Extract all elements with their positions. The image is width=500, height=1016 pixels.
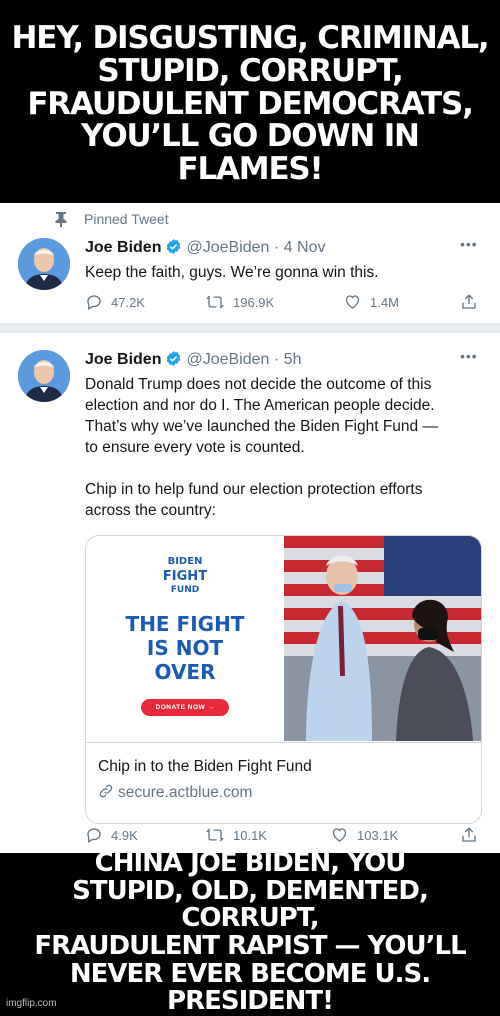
tweet-text-line: election and nor do I. The American peop… <box>85 397 435 414</box>
more-icon[interactable]: ••• <box>460 348 478 364</box>
card-small-line: FUND <box>170 585 200 595</box>
card-small-line: BIDEN <box>167 556 203 567</box>
like-icon <box>345 295 360 309</box>
top-caption-line: FRAUDULENT DEMOCRATS, <box>27 85 474 122</box>
like-button[interactable]: 103.1K <box>330 826 398 844</box>
tweet-text: Donald Trump does not decide the outcome… <box>85 374 485 521</box>
reply-button[interactable]: 47.2K <box>85 293 145 311</box>
tweet-text-line: across the country: <box>85 502 216 519</box>
like-count: 103.1K <box>357 827 399 843</box>
tweet-text: Keep the faith, guys. We’re gonna win th… <box>85 264 379 281</box>
imgflip-watermark: imgflip.com <box>6 998 57 1009</box>
bottom-caption-line: FRAUDULENT RAPIST — YOU’LL <box>34 931 466 961</box>
card-footer[interactable]: Chip in to the Biden Fight Fund secure.a… <box>86 742 481 823</box>
bottom-caption-line: STUPID, OLD, DEMENTED, CORRUPT, <box>72 875 429 934</box>
author-handle[interactable]: @JoeBiden <box>186 351 269 368</box>
like-count: 1.4M <box>370 294 399 310</box>
card-photo <box>284 536 481 741</box>
card-small-line: FIGHT <box>162 569 208 584</box>
tweet-text-line <box>85 458 485 479</box>
reply-button[interactable]: 4.9K <box>85 826 138 844</box>
author-name[interactable]: Joe Biden <box>85 239 161 256</box>
retweet-count: 10.1K <box>233 827 267 843</box>
author-handle[interactable]: @JoeBiden <box>186 239 269 256</box>
tweet-text-line: to ensure every vote is counted. <box>85 439 305 456</box>
card-url[interactable]: secure.actblue.com <box>98 783 252 802</box>
share-button[interactable] <box>460 826 478 844</box>
more-icon[interactable]: ••• <box>460 236 478 252</box>
avatar[interactable] <box>18 238 70 290</box>
tweet-timestamp[interactable]: · 4 Nov <box>274 239 326 256</box>
share-icon <box>462 294 476 309</box>
card-url-text[interactable]: secure.actblue.com <box>118 784 252 801</box>
reply-count: 47.2K <box>111 294 145 310</box>
card-headline-line: IS NOT <box>146 636 224 660</box>
bottom-caption-line: CHINA JOE BIDEN, YOU <box>94 848 407 879</box>
fight-fund-graphic: BIDEN FIGHT FUND THE FIGHT IS NOT OVER D… <box>86 536 284 741</box>
share-icon <box>462 827 476 842</box>
top-caption-line: HEY, DISGUSTING, CRIMINAL, <box>11 19 490 56</box>
reply-icon <box>87 828 101 843</box>
flag-photo <box>284 536 481 741</box>
share-button[interactable] <box>460 293 478 311</box>
retweet-button[interactable]: 10.1K <box>205 826 267 844</box>
tweet-header: Joe Biden @JoeBiden · 5h <box>85 350 301 369</box>
tweet-divider <box>0 323 500 333</box>
retweet-icon <box>205 295 225 309</box>
tweet-header: Joe Biden @JoeBiden · 4 Nov <box>85 238 325 257</box>
link-card[interactable]: BIDEN FIGHT FUND THE FIGHT IS NOT OVER D… <box>85 535 482 824</box>
reply-icon <box>87 295 101 310</box>
bottom-caption-line: NEVER EVER BECOME U.S. PRESIDENT! <box>69 958 431 1016</box>
like-icon <box>332 828 347 842</box>
author-name[interactable]: Joe Biden <box>85 351 161 368</box>
bottom-caption: CHINA JOE BIDEN, YOU STUPID, OLD, DEMENT… <box>0 850 500 1015</box>
retweet-count: 196.9K <box>233 294 275 310</box>
reply-count: 4.9K <box>111 827 138 843</box>
tweet-timestamp[interactable]: · 5h <box>274 351 302 368</box>
top-caption-line: YOU’LL GO DOWN IN FLAMES! <box>81 118 420 188</box>
tweet-actions: 47.2K 196.9K 1.4M <box>85 293 485 315</box>
link-icon <box>99 784 113 798</box>
donate-now-button[interactable]: DONATE NOW → <box>141 699 229 716</box>
top-caption: HEY, DISGUSTING, CRIMINAL, STUPID, CORRU… <box>0 6 500 202</box>
tweet-text-line: Donald Trump does not decide the outcome… <box>85 376 432 393</box>
tweet-text-line: That’s why we’ve launched the Biden Figh… <box>85 418 438 435</box>
verified-badge-icon <box>167 351 181 366</box>
like-button[interactable]: 1.4M <box>343 293 399 311</box>
tweet-text-line: Chip in to help fund our election protec… <box>85 481 423 498</box>
tweet-actions: 4.9K 10.1K 103.1K <box>85 826 485 848</box>
card-headline-line: OVER <box>154 660 216 684</box>
tweet[interactable]: Joe Biden @JoeBiden · 4 Nov ••• Keep the … <box>0 203 500 323</box>
avatar[interactable] <box>18 350 70 402</box>
card-title[interactable]: Chip in to the Biden Fight Fund <box>98 758 312 776</box>
top-caption-line: STUPID, CORRUPT, <box>97 52 403 89</box>
card-headline-line: THE FIGHT <box>125 612 245 636</box>
retweet-icon <box>205 828 225 842</box>
verified-badge-icon <box>167 239 181 254</box>
retweet-button[interactable]: 196.9K <box>205 293 274 311</box>
twitter-screenshot: Pinned Tweet Joe Biden @JoeBiden · 4 Nov … <box>0 203 500 853</box>
